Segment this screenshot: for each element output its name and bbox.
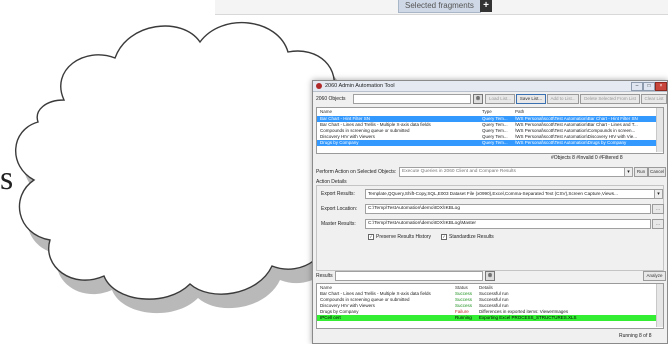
master-results-value: C:\Temp\TestAutomation\demo\IDX\IKBLog\M… (368, 221, 476, 226)
objects-table-header: Name Type Path (317, 109, 663, 115)
automation-tool-window: 2060 Admin Automation Tool – □ × 2060 Ob… (312, 80, 668, 344)
clear-filter-icon[interactable]: ⊗ (473, 94, 483, 104)
clear-list-button[interactable]: Clear List (641, 94, 667, 104)
table-row[interactable]: IPCell cert Running Exporting Excel PROC… (317, 315, 663, 321)
table-row[interactable]: Drugs by Company Query Tem... \WS Person… (317, 140, 663, 146)
preserve-history-checkbox[interactable]: ✓ (368, 234, 374, 240)
export-location-input[interactable]: C:\Temp\TestAutomation\demo\IDX\IKBLog (365, 204, 651, 214)
objects-stats: #Objects 8 #Invalid 0 #Filtered 8 (551, 155, 623, 161)
row-type: Query Tem... (482, 140, 508, 145)
title-bar[interactable]: 2060 Admin Automation Tool – □ × (313, 81, 667, 92)
row-status: Running (455, 315, 472, 320)
results-scrollbar[interactable] (656, 284, 663, 327)
export-results-label: Export Results: (321, 191, 355, 197)
close-button[interactable]: × (655, 82, 667, 91)
standardize-results-label: Standardize Results (449, 234, 494, 240)
app-icon (316, 83, 322, 89)
browse-master-button[interactable]: ... (652, 219, 664, 229)
preserve-history-label: Preserve Results History (376, 234, 432, 240)
browse-export-button[interactable]: ... (652, 204, 664, 214)
cancel-button[interactable]: Cancel (648, 167, 666, 177)
row-name: Drugs by Company (320, 140, 359, 145)
save-list-button[interactable]: Save List... (516, 94, 546, 104)
row-details: Exporting Excel PROCESS_STRUCTURES.XLS (479, 315, 577, 320)
export-results-value: Template,QQuery,Shift-Copy,SQL,E003 Data… (368, 191, 618, 196)
cloud-body (15, 21, 361, 300)
row-name: IPCell cert (320, 315, 341, 320)
run-button[interactable]: Run (634, 167, 648, 177)
results-label: Results (316, 273, 333, 279)
minimize-button[interactable]: – (631, 82, 643, 91)
status-text: Running 8 of 8 (619, 333, 652, 339)
analyze-button[interactable]: Analyze (643, 271, 666, 281)
window-title: 2060 Admin Automation Tool (325, 83, 395, 89)
row-path: \WS Personal\scott\Test Automation\Drugs… (515, 140, 627, 145)
maximize-button[interactable]: □ (643, 82, 655, 91)
export-location-label: Export Location: (321, 206, 358, 212)
results-filter-input[interactable] (335, 271, 483, 281)
column-header-name[interactable]: Name (320, 109, 470, 115)
column-header-path[interactable]: Path (515, 109, 655, 115)
perform-action-value: Execute Queries in 2060 Client and Compa… (402, 169, 516, 174)
clear-results-filter-icon[interactable]: ⊗ (485, 271, 495, 281)
perform-action-select[interactable]: Execute Queries in 2060 Client and Compa… (399, 167, 633, 177)
cropped-text-fragment: s (0, 160, 14, 197)
objects-filter-input[interactable] (353, 94, 471, 104)
delete-selected-button[interactable]: Delete Selected From List (580, 94, 640, 104)
export-location-value: C:\Temp\TestAutomation\demo\IDX\IKBLog (368, 206, 460, 211)
standardize-results-checkbox[interactable]: ✓ (441, 234, 447, 240)
export-results-select[interactable]: Template,QQuery,Shift-Copy,SQL,E003 Data… (365, 189, 663, 199)
load-list-button[interactable]: Load List... (485, 94, 515, 104)
results-table: Name Status Details Bar Chart - Lines an… (316, 283, 664, 329)
chevron-down-icon: ▾ (654, 190, 662, 198)
chevron-down-icon: ▾ (624, 168, 632, 176)
objects-table: Name Type Path Bar Chart - Hint Filter S… (316, 107, 664, 154)
objects-scrollbar[interactable] (656, 108, 663, 152)
master-results-label: Master Results: (321, 221, 356, 227)
perform-action-label: Perform Action on Selected Objects: (316, 169, 397, 175)
objects-label: 2060 Objects (316, 96, 346, 102)
column-header-type[interactable]: Type (482, 109, 512, 115)
add-to-list-button[interactable]: Add to List... (547, 94, 579, 104)
master-results-input[interactable]: C:\Temp\TestAutomation\demo\IDX\IKBLog\M… (365, 219, 651, 229)
